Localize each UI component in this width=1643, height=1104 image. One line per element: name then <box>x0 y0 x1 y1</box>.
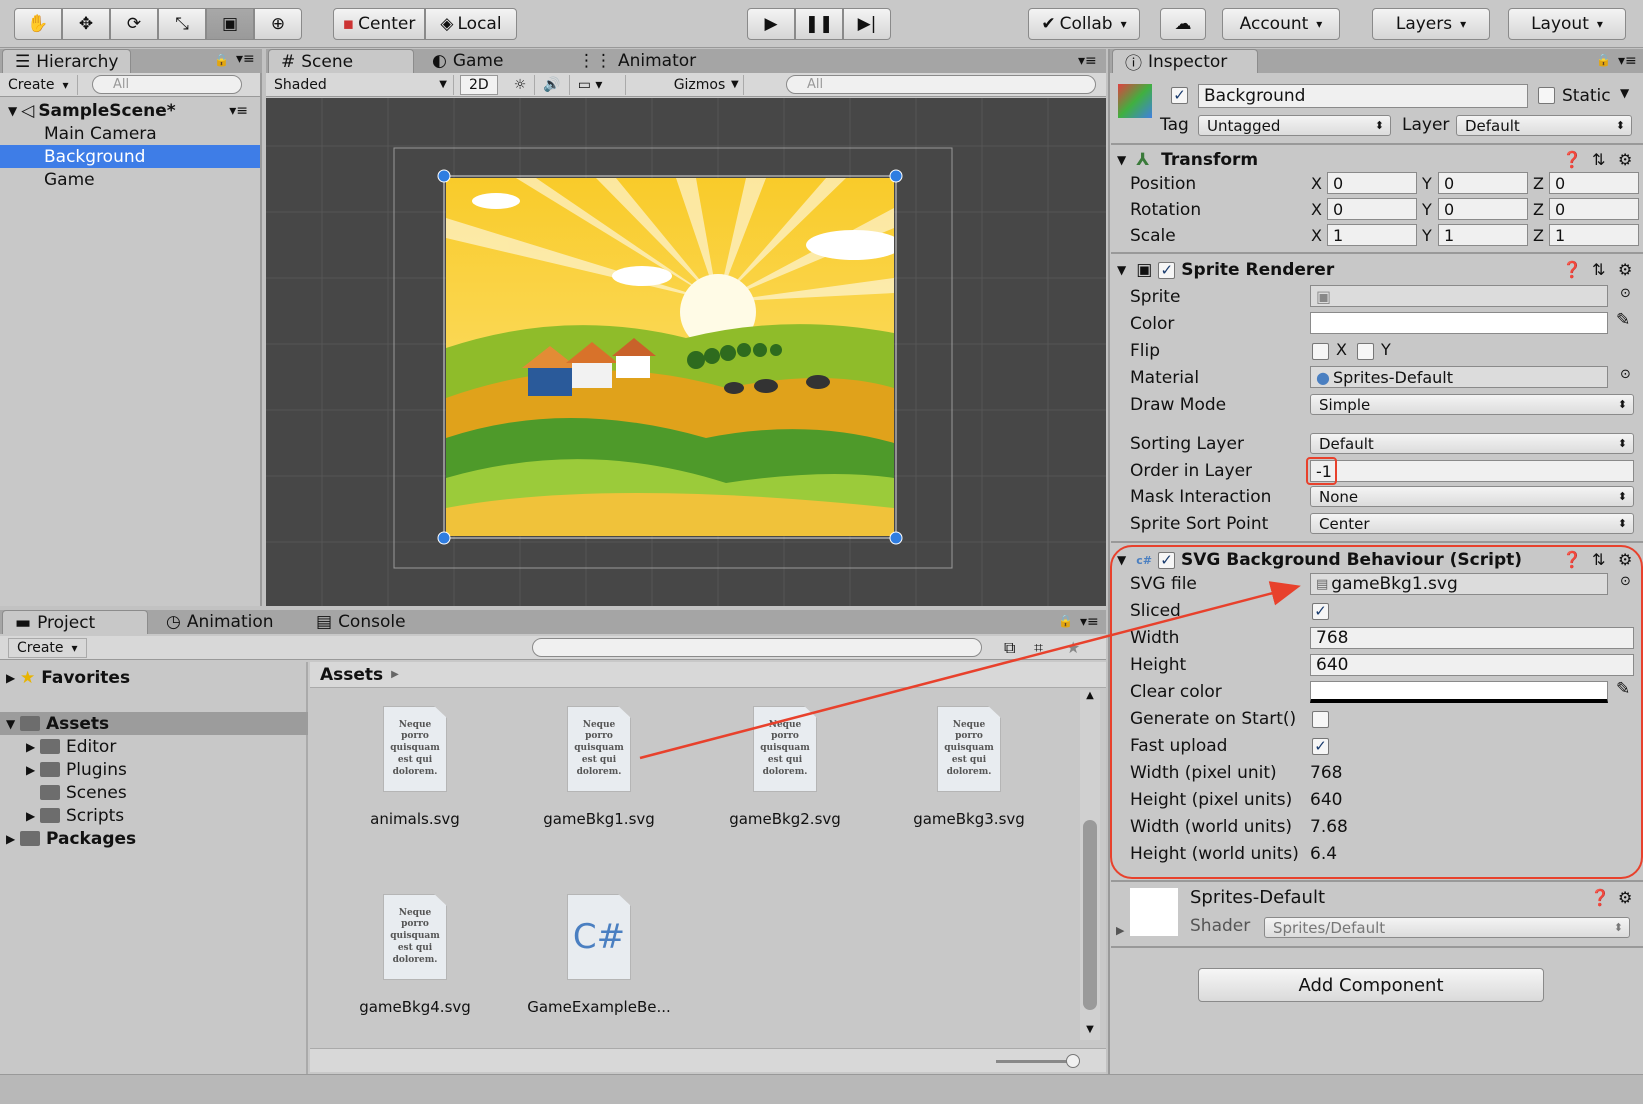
shader-value: Sprites/Default <box>1273 918 1386 937</box>
status-bar <box>0 1074 1643 1104</box>
add-component-label: Add Component <box>1298 974 1444 996</box>
material-preview <box>1130 888 1178 936</box>
shader-dropdown[interactable]: Sprites/Default <box>1264 917 1630 938</box>
shader-label: Shader <box>1190 916 1251 936</box>
material-name: Sprites-Default <box>1190 887 1326 908</box>
annotation-arrow <box>639 581 1301 760</box>
help-icon[interactable]: ❓ <box>1590 888 1610 907</box>
separator <box>1111 946 1643 948</box>
gear-icon[interactable]: ⚙ <box>1618 888 1632 907</box>
add-component-button[interactable]: Add Component <box>1198 968 1544 1002</box>
separator <box>1111 880 1643 882</box>
expand-triangle-icon[interactable]: ▶ <box>1116 924 1124 937</box>
